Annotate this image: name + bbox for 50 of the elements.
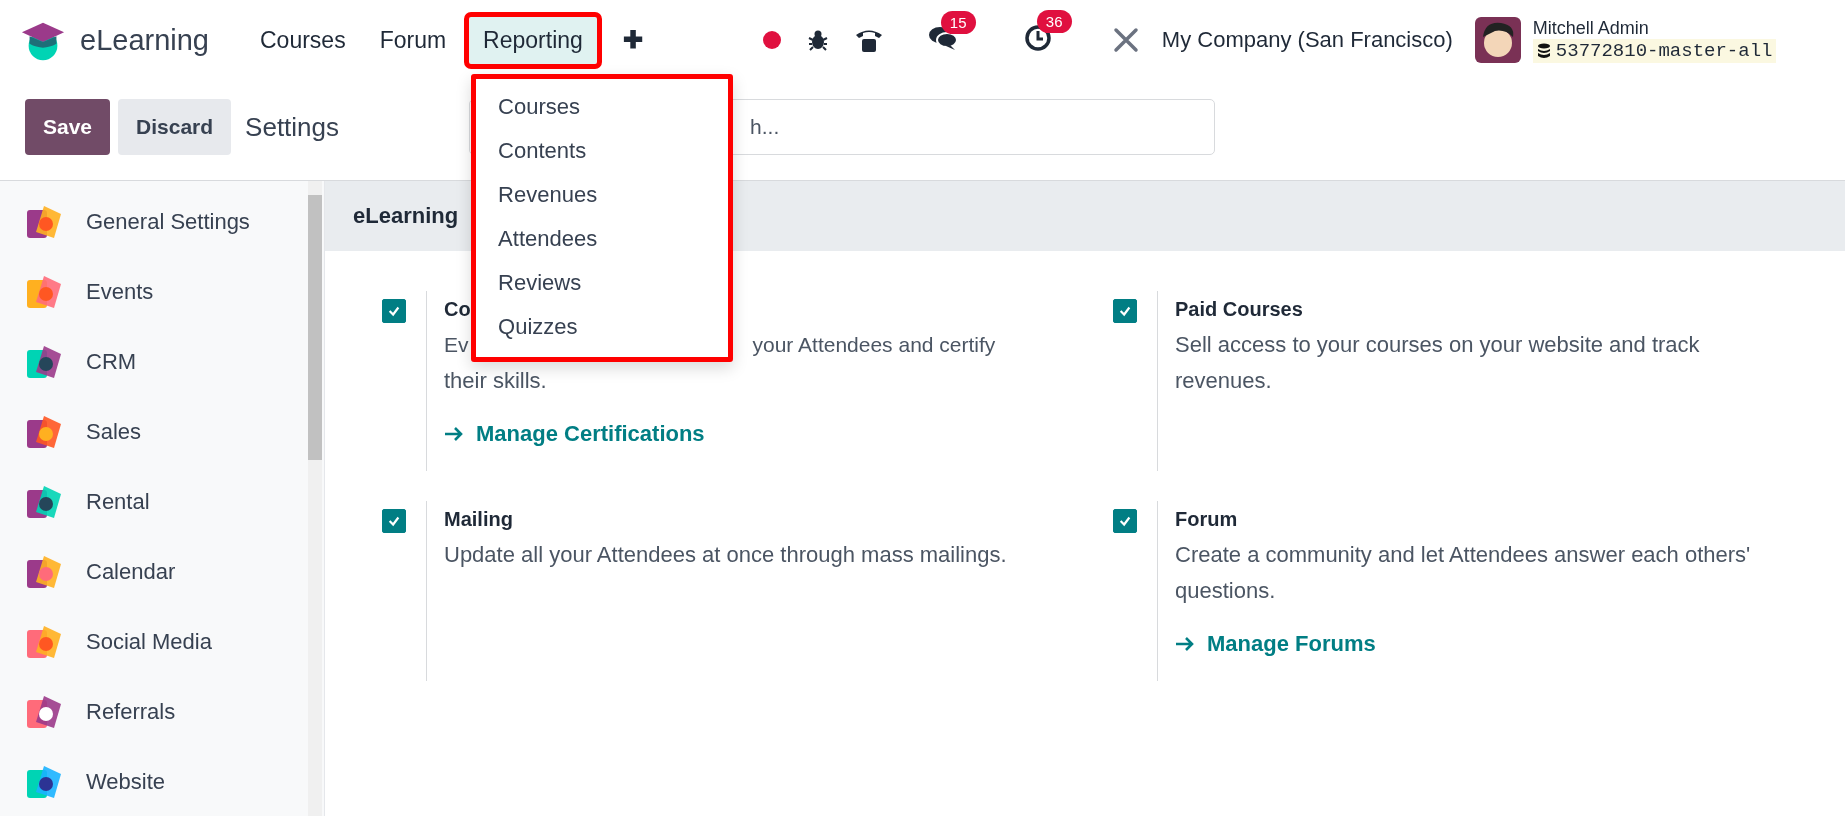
discard-button[interactable]: Discard	[118, 99, 232, 155]
page-title: Settings	[245, 111, 340, 143]
setting-description: their skills.	[444, 367, 547, 395]
setting-description: Sell access to your courses on your website and track revenues.	[1175, 331, 1701, 395]
message-count-badge: 15	[940, 11, 976, 34]
setting-description: Ev	[444, 332, 469, 358]
settings-link[interactable]: Manage Certifications	[444, 421, 705, 447]
setting-title: Forum	[1175, 507, 1238, 532]
checkbox[interactable]	[382, 509, 406, 533]
sidebar-item[interactable]: Events	[0, 257, 285, 327]
company-switcher[interactable]: My Company (San Francisco)	[1161, 27, 1453, 53]
setting-title: Paid Courses	[1175, 297, 1303, 322]
database-icon	[1536, 42, 1551, 59]
setting-title: Co	[444, 297, 471, 322]
settings-link[interactable]: Manage Forums	[1175, 631, 1376, 657]
sidebar-item[interactable]: Website	[0, 747, 285, 816]
setting-description: Update all your Attendees at once through mass mailings.	[444, 541, 1008, 569]
checkmark-icon	[1118, 304, 1132, 318]
sidebar-item[interactable]: Sales	[0, 397, 285, 467]
new-plus-button[interactable]: ✚	[616, 25, 649, 55]
app-name: eLearning	[80, 23, 209, 57]
sidebar-item[interactable]: Calendar	[0, 537, 285, 607]
setting-description: your Attendees and certify	[752, 332, 996, 358]
avatar-icon[interactable]	[1474, 17, 1521, 63]
arrow-right-icon	[444, 426, 464, 442]
bug-icon[interactable]	[807, 29, 828, 51]
checkmark-icon	[387, 514, 401, 528]
checkmark-icon	[387, 304, 401, 318]
sidebar-item[interactable]: CRM	[0, 327, 285, 397]
nav-menu-item[interactable]: Courses	[243, 18, 363, 62]
save-button[interactable]: Save	[25, 99, 111, 155]
sidebar-item[interactable]: Social Media	[0, 607, 285, 677]
dropdown-menu-item[interactable]: Reviews	[476, 260, 729, 305]
user-name: Mitchell Admin	[1532, 17, 1650, 39]
checkbox[interactable]	[1113, 509, 1137, 533]
recording-dot-icon[interactable]	[761, 30, 782, 50]
nav-menu-item[interactable]: Forum	[362, 18, 464, 62]
sidebar-item[interactable]: Rental	[0, 467, 285, 537]
checkbox[interactable]	[1113, 299, 1137, 323]
sidebar-item[interactable]: General Settings	[0, 187, 285, 257]
checkmark-icon	[1118, 514, 1132, 528]
database-name-label: 53772810-master-all	[1532, 38, 1777, 63]
checkbox[interactable]	[382, 299, 406, 323]
dropdown-menu-item[interactable]: Quizzes	[476, 304, 729, 349]
arrow-right-icon	[1175, 636, 1195, 652]
activity-count-badge: 36	[1036, 10, 1072, 33]
setting-title: Mailing	[444, 507, 513, 532]
setting-description: Create a community and let Attendees answer each others' questions.	[1175, 541, 1752, 605]
scrollbar[interactable]	[308, 181, 322, 816]
sidebar-item[interactable]: Referrals	[0, 677, 285, 747]
